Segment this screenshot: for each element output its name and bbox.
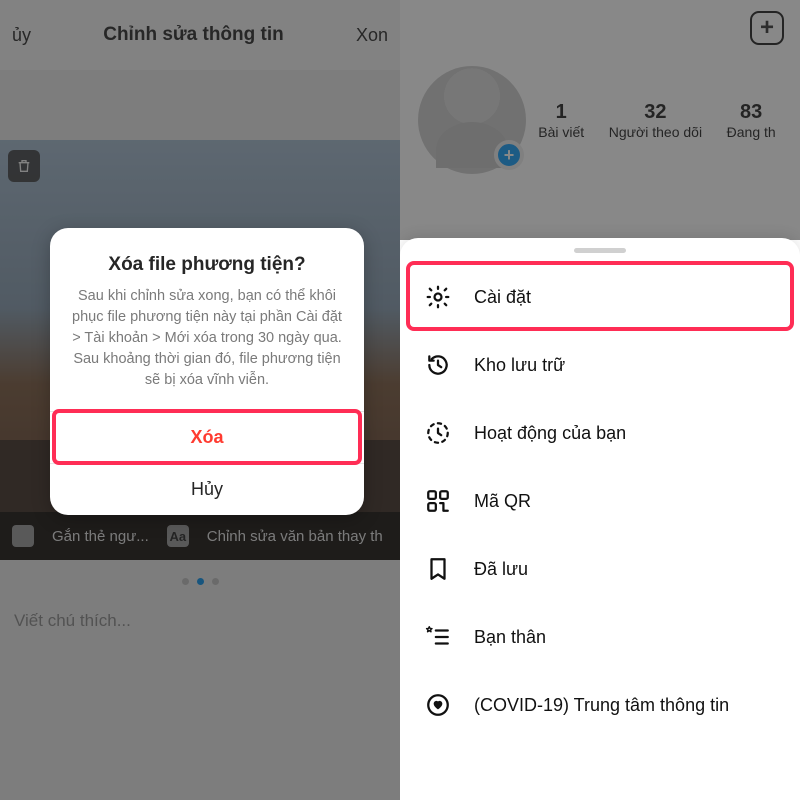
menu-label: Kho lưu trữ xyxy=(474,355,565,376)
profile-menu-sheet: Cài đặt Kho lưu trữ Hoạt động của bạn Mã… xyxy=(400,238,800,800)
menu-label: Hoạt động của bạn xyxy=(474,423,626,444)
alert-message: Sau khi chỉnh sửa xong, bạn có thể khôi … xyxy=(50,286,364,411)
menu-label: Bạn thân xyxy=(474,627,546,648)
menu-item-archive[interactable]: Kho lưu trữ xyxy=(400,331,800,399)
history-icon xyxy=(424,351,452,379)
heart-circle-icon xyxy=(424,691,452,719)
sheet-grabber[interactable] xyxy=(574,248,626,253)
list-star-icon xyxy=(424,623,452,651)
sheet-overlay xyxy=(400,0,800,240)
gear-icon xyxy=(424,283,452,311)
alert-title: Xóa file phương tiện? xyxy=(50,228,364,286)
menu-item-covid[interactable]: (COVID-19) Trung tâm thông tin xyxy=(400,671,800,739)
menu-label: (COVID-19) Trung tâm thông tin xyxy=(474,695,729,716)
activity-icon xyxy=(424,419,452,447)
menu-item-close-friends[interactable]: Bạn thân xyxy=(400,603,800,671)
bookmark-icon xyxy=(424,555,452,583)
edit-post-screen: ủy Chỉnh sửa thông tin Xon Gắn thẻ ngư..… xyxy=(0,0,400,800)
menu-label: Đã lưu xyxy=(474,559,528,580)
menu-item-activity[interactable]: Hoạt động của bạn xyxy=(400,399,800,467)
menu-item-saved[interactable]: Đã lưu xyxy=(400,535,800,603)
delete-media-alert: Xóa file phương tiện? Sau khi chỉnh sửa … xyxy=(50,228,364,515)
alert-cancel-button[interactable]: Hủy xyxy=(50,463,364,515)
menu-label: Mã QR xyxy=(474,491,531,512)
menu-item-settings[interactable]: Cài đặt xyxy=(400,263,800,331)
qr-icon xyxy=(424,487,452,515)
alert-delete-button[interactable]: Xóa xyxy=(50,411,364,463)
profile-screen: + 1 Bài viết 32 Người theo dõi 83 Đang t… xyxy=(400,0,800,800)
menu-item-qr[interactable]: Mã QR xyxy=(400,467,800,535)
menu-label: Cài đặt xyxy=(474,287,531,308)
